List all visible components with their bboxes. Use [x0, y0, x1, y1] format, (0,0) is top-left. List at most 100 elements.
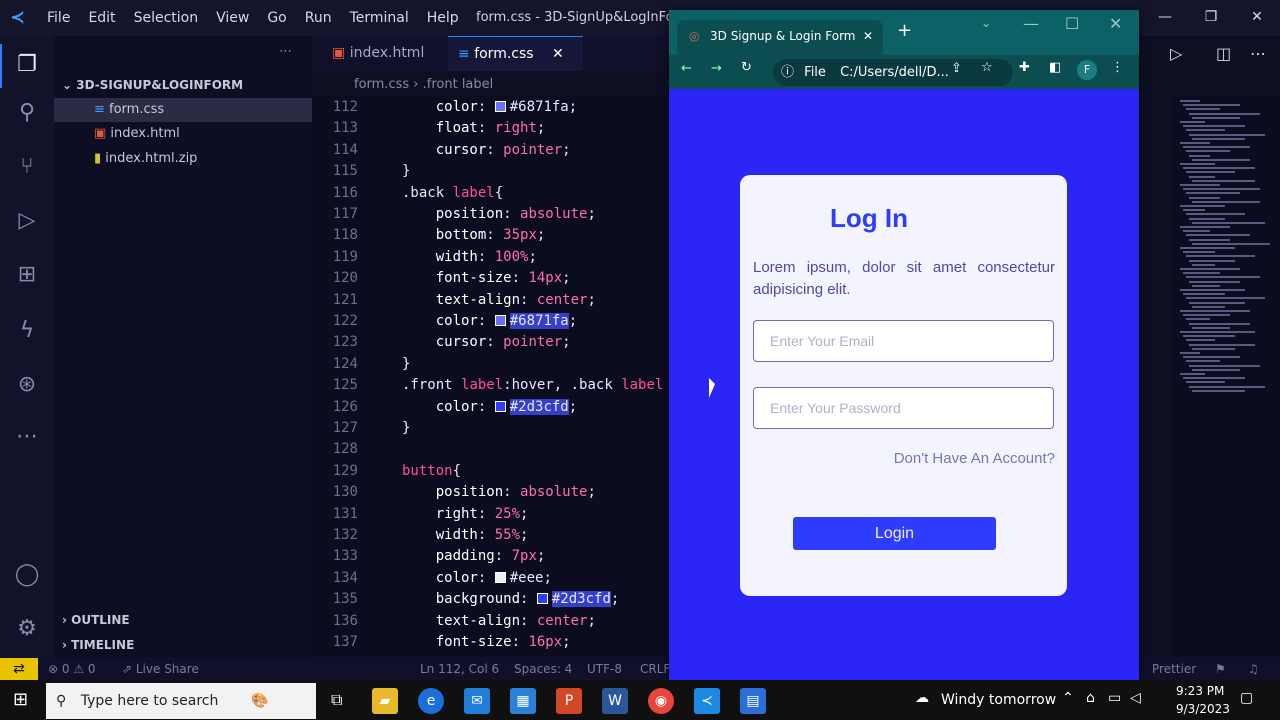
code-line[interactable]: cursor: pointer; — [402, 142, 571, 158]
code-line[interactable]: .front label:hover, .back label — [402, 377, 663, 393]
code-line[interactable]: position: absolute; — [402, 206, 596, 222]
file-item-index-html[interactable]: ▣ index.html — [54, 122, 312, 146]
more-actions-icon[interactable]: ⋯ — [1250, 44, 1266, 63]
tab-index-html[interactable]: ▣ index.html — [322, 36, 446, 71]
powerpoint-icon[interactable]: P — [556, 688, 582, 714]
menu-edit[interactable]: Edit — [79, 10, 124, 26]
forward-icon[interactable]: → — [711, 61, 722, 76]
cursor-position[interactable]: Ln 112, Col 6 — [420, 658, 499, 680]
app-taskbar-icon[interactable]: ▤ — [740, 688, 766, 714]
code-line[interactable]: } — [402, 163, 410, 179]
breadcrumb-file[interactable]: form.css — [354, 77, 409, 92]
code-line[interactable]: color: #eee; — [402, 570, 552, 586]
remote-icon[interactable]: ⇄ — [0, 658, 38, 680]
browser-maximize-icon[interactable]: ☐ — [1065, 14, 1079, 33]
minimap[interactable] — [1172, 96, 1280, 656]
explorer-folder[interactable]: ⌄ 3D-SIGNUP&LOGINFORM — [54, 73, 312, 97]
email-field[interactable]: Enter Your Email — [753, 320, 1054, 362]
speaker-icon[interactable]: ◁ — [1130, 690, 1141, 706]
live-share[interactable]: ⇗ Live Share — [122, 658, 199, 680]
menu-terminal[interactable]: Terminal — [341, 10, 418, 26]
more-icon[interactable]: ⋯ — [12, 422, 42, 452]
file-explorer-icon[interactable]: ▰ — [372, 688, 398, 714]
code-line[interactable]: padding: 7px; — [402, 548, 546, 564]
code-line[interactable]: width: 55%; — [402, 527, 529, 543]
explorer-icon[interactable]: ❐ — [12, 50, 42, 80]
tab-form-css[interactable]: ≡ form.css ✕ — [448, 36, 583, 71]
code-line[interactable]: .back label{ — [402, 185, 503, 201]
login-button[interactable]: Login — [793, 517, 996, 550]
timeline-section[interactable]: › TIMELINE — [54, 633, 312, 657]
browser-menu-icon[interactable]: ⋮ — [1111, 60, 1124, 75]
settings-gear-icon[interactable]: ⚙ — [12, 614, 42, 644]
network-icon[interactable]: ⌂ — [1086, 690, 1095, 706]
word-icon[interactable]: W — [602, 688, 628, 714]
notification-center-icon[interactable]: ▢ — [1240, 690, 1253, 706]
code-line[interactable]: position: absolute; — [402, 484, 596, 500]
source-control-icon[interactable]: ⑂ — [12, 152, 42, 182]
account-icon[interactable]: ◯ — [12, 560, 42, 590]
menu-help[interactable]: Help — [418, 10, 468, 26]
menu-go[interactable]: Go — [258, 10, 295, 26]
taskbar-search[interactable]: ⚲ Type here to search 🎨 — [46, 683, 316, 719]
code-line[interactable]: width: 100%; — [402, 249, 537, 265]
task-view-icon[interactable]: ⧉ — [331, 690, 342, 710]
code-line[interactable]: cursor: pointer; — [402, 334, 571, 350]
menu-run[interactable]: Run — [296, 10, 341, 26]
run-icon[interactable]: ▷ — [1170, 44, 1182, 63]
code-line[interactable]: } — [402, 420, 410, 436]
code-line[interactable]: color: #6871fa; — [402, 313, 577, 329]
close-icon[interactable]: ✕ — [1234, 0, 1280, 36]
code-line[interactable]: text-align: center; — [402, 613, 596, 629]
new-tab-icon[interactable]: + — [897, 20, 912, 41]
problems-indicator[interactable]: ⊗ 0 ⚠ 0 — [48, 658, 96, 680]
code-line[interactable]: font-size: 14px; — [402, 270, 571, 286]
bookmark-star-icon[interactable]: ☆ — [981, 60, 993, 75]
menu-file[interactable]: File — [38, 10, 79, 26]
extensions-puzzle-icon[interactable]: ✚ — [1019, 60, 1030, 75]
code-line[interactable]: text-align: center; — [402, 292, 596, 308]
side-panel-icon[interactable]: ◧ — [1049, 60, 1061, 75]
code-line[interactable]: font-size: 16px; — [402, 634, 571, 650]
split-editor-icon[interactable]: ◫ — [1216, 44, 1231, 63]
browser-close-icon[interactable]: ✕ — [1109, 14, 1122, 33]
address-bar[interactable]: ⓘ File C:/Users/dell/D... — [773, 59, 1013, 86]
vscode-taskbar-icon[interactable]: ≺ — [694, 688, 720, 714]
windows-start-icon[interactable]: ⊞ — [13, 689, 28, 710]
chrome-icon[interactable]: ◉ — [648, 688, 674, 714]
code-line[interactable]: bottom: 35px; — [402, 227, 546, 243]
code-line[interactable]: button{ — [402, 463, 461, 479]
minimize-icon[interactable]: — — [1142, 0, 1188, 36]
tab-search-icon[interactable]: ⌄ — [981, 16, 991, 30]
mail-icon[interactable]: ✉ — [464, 688, 490, 714]
store-icon[interactable]: ▦ — [510, 688, 536, 714]
edge-icon[interactable]: e — [418, 688, 444, 714]
profile-avatar[interactable]: F — [1077, 60, 1097, 80]
feedback-icon[interactable]: ⚑ — [1215, 658, 1226, 680]
maximize-icon[interactable]: ❐ — [1188, 0, 1234, 36]
outline-section[interactable]: › OUTLINE — [54, 608, 312, 632]
extensions-icon[interactable]: ⊞ — [12, 260, 42, 290]
git-graph-icon[interactable]: ⊛ — [12, 370, 42, 400]
sidebar-more-icon[interactable]: ⋯ — [54, 40, 312, 64]
clock-time[interactable]: 9:23 PM — [1176, 684, 1224, 698]
password-field[interactable]: Enter Your Password — [753, 387, 1054, 429]
notifications-icon[interactable]: ♫ — [1248, 658, 1259, 680]
run-debug-icon[interactable]: ▷ — [12, 206, 42, 236]
search-icon[interactable]: ⚲ — [12, 98, 42, 128]
file-item-zip[interactable]: ▮ index.html.zip — [54, 147, 312, 171]
code-editor[interactable]: 112 color: #6871fa; 113 float: right; 114 … — [312, 96, 670, 656]
code-line[interactable]: } — [402, 356, 410, 372]
code-line[interactable]: color: #6871fa; — [402, 99, 577, 115]
menu-selection[interactable]: Selection — [125, 10, 208, 26]
browser-tab[interactable]: ◎ 3D Signup & Login Form ✕ — [677, 20, 883, 55]
code-line[interactable]: background: #2d3cfd; — [402, 591, 619, 608]
signup-link[interactable]: Don't Have An Account? — [894, 450, 1055, 467]
clock-date[interactable]: 9/3/2023 — [1176, 702, 1230, 716]
line-ending[interactable]: CRLF — [640, 658, 670, 680]
tab-close-icon[interactable]: ✕ — [552, 46, 564, 62]
file-item-form-css[interactable]: ≡ form.css — [54, 98, 312, 122]
prettier-status[interactable]: Prettier — [1152, 658, 1196, 680]
lightning-icon[interactable]: ϟ — [12, 316, 42, 346]
tab-close-icon[interactable]: ✕ — [863, 20, 873, 52]
